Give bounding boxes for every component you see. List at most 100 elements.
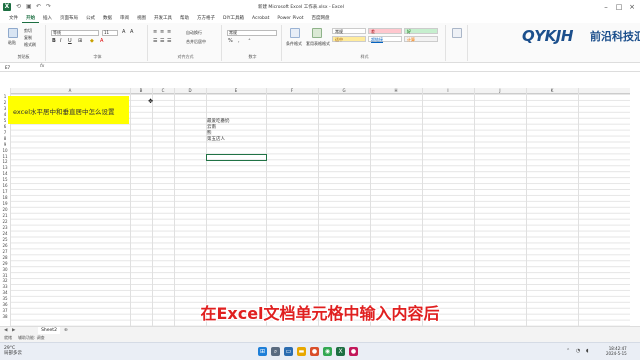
copy-button[interactable]: 复制	[24, 35, 32, 41]
tab-diy-toolbox[interactable]: DIY工具箱	[219, 14, 248, 23]
grid-line	[578, 88, 579, 326]
grow-font-icon[interactable]: A	[122, 29, 125, 35]
italic-icon[interactable]: I	[60, 38, 61, 44]
tab-view[interactable]: 视图	[133, 14, 150, 23]
wrap-text-button[interactable]: 自动换行	[186, 30, 202, 36]
font-group: 等线 11 A A B I U ⊞ ◆ A 字体	[48, 25, 148, 61]
browser-icon[interactable]: ●	[310, 347, 319, 356]
bold-icon[interactable]: B	[52, 38, 56, 44]
excel-logo-icon: X	[3, 3, 11, 11]
paste-icon[interactable]	[8, 28, 18, 38]
start-icon[interactable]: ⊞	[258, 347, 267, 356]
paste-button[interactable]: 粘贴	[8, 40, 16, 46]
conditional-format-button[interactable]: 条件格式	[286, 41, 302, 47]
file-explorer-icon[interactable]: ▬	[297, 347, 306, 356]
cell-grid[interactable]	[10, 94, 630, 326]
alignment-group: ≡ ≡ ≡ ☰ ☰ ☰ 自动换行 合并后居中 对齐方式	[150, 25, 222, 61]
grid-line	[266, 88, 267, 326]
tab-developer[interactable]: 开发工具	[150, 14, 176, 23]
maximize-icon[interactable]: □	[613, 2, 625, 12]
merge-center-button[interactable]: 合并后居中	[186, 39, 206, 45]
align-middle-icon[interactable]: ≡	[160, 29, 164, 35]
insert-cells-icon[interactable]	[452, 28, 462, 38]
tab-formulas[interactable]: 公式	[82, 14, 99, 23]
taskbar-clock[interactable]: 18:42:47 2024-5-15	[606, 346, 627, 356]
align-center-icon[interactable]: ☰	[160, 38, 164, 44]
style-normal[interactable]: 常规	[332, 28, 366, 34]
style-hyperlink[interactable]: 超链接	[368, 36, 402, 42]
volume-icon[interactable]: ◖	[586, 348, 589, 354]
minimize-icon[interactable]: –	[600, 2, 612, 12]
highlighted-note-cell[interactable]: excel水平居中和垂直居中怎么设置	[8, 96, 129, 124]
format-painter-button[interactable]: 格式刷	[24, 42, 36, 48]
tab-file[interactable]: 文件	[5, 14, 22, 23]
search-icon[interactable]: ⌕	[271, 347, 280, 356]
style-calculation[interactable]: 计算	[404, 36, 438, 42]
table-format-button[interactable]: 套用表格格式	[306, 41, 330, 47]
cell-e4[interactable]: 第五店人	[207, 136, 225, 142]
excel-taskbar-icon[interactable]: X	[336, 347, 345, 356]
tab-review[interactable]: 审阅	[116, 14, 133, 23]
shrink-font-icon[interactable]: A	[130, 29, 133, 35]
style-neutral[interactable]: 适中	[332, 36, 366, 42]
cut-button[interactable]: 剪切	[24, 28, 32, 34]
clock-date: 2024-5-15	[606, 351, 627, 356]
alignment-group-label: 对齐方式	[177, 54, 194, 59]
styles-group: 条件格式 套用表格格式 常规 差 好 适中 超链接 计算 样式	[284, 25, 446, 61]
ribbon-tabs: 文件 开始 插入 页面布局 公式 数据 审阅 视图 开发工具 帮助 方方格子 D…	[0, 14, 640, 23]
font-color-icon[interactable]: A	[100, 38, 103, 44]
mouse-cursor-icon: ✥	[148, 98, 154, 105]
tab-data[interactable]: 数据	[99, 14, 116, 23]
align-left-icon[interactable]: ☰	[153, 38, 157, 44]
tab-fangfanggezi[interactable]: 方方格子	[193, 14, 219, 23]
tab-page-layout[interactable]: 页面布局	[56, 14, 82, 23]
tab-help[interactable]: 帮助	[176, 14, 193, 23]
weather-widget[interactable]: 29°C 局部多云	[4, 346, 22, 356]
font-name-select[interactable]: 等线	[51, 30, 99, 36]
tab-acrobat[interactable]: Acrobat	[248, 14, 273, 23]
add-sheet-icon[interactable]: ⊕	[64, 328, 68, 333]
align-top-icon[interactable]: ≡	[153, 29, 157, 35]
wechat-icon[interactable]: ◉	[323, 347, 332, 356]
save-icon[interactable]: ▣	[26, 3, 32, 10]
align-right-icon[interactable]: ☰	[167, 38, 171, 44]
number-format-select[interactable]: 常规	[227, 30, 277, 36]
underline-icon[interactable]: U	[68, 38, 72, 44]
tab-insert[interactable]: 插入	[39, 14, 56, 23]
tab-baidu-netdisk[interactable]: 百度网盘	[308, 14, 334, 23]
font-size-select[interactable]: 11	[102, 30, 118, 36]
network-icon[interactable]: ◔	[576, 348, 580, 354]
fx-icon[interactable]: fx	[40, 64, 44, 69]
redo-icon[interactable]: ↷	[46, 3, 51, 10]
active-cell-selection[interactable]	[206, 154, 267, 161]
task-view-icon[interactable]: ▭	[284, 347, 293, 356]
recorder-icon[interactable]: ●	[349, 347, 358, 356]
align-bottom-icon[interactable]: ≡	[167, 29, 171, 35]
window-title: 新建 Microsoft Excel 工作表.xlsx - Excel	[258, 5, 344, 10]
sheet-prev-icon[interactable]: ◀	[4, 328, 7, 333]
grid-line	[370, 88, 371, 326]
currency-icon[interactable]: %	[228, 38, 233, 44]
name-box[interactable]: E7	[3, 64, 35, 71]
tray-chevron-icon[interactable]: ⌃	[566, 348, 570, 354]
conditional-format-icon[interactable]	[290, 28, 300, 38]
tab-home[interactable]: 开始	[22, 14, 39, 23]
table-format-icon[interactable]	[312, 28, 322, 38]
formula-bar: E7 fx	[0, 63, 640, 72]
grid-line	[318, 88, 319, 326]
fill-color-icon[interactable]: ◆	[90, 38, 94, 44]
autosave-icon[interactable]: ⟲	[16, 3, 21, 10]
status-accessibility[interactable]: 辅助功能: 调查	[18, 335, 45, 341]
tab-power-pivot[interactable]: Power Pivot	[273, 14, 307, 23]
grid-line	[130, 88, 131, 326]
video-subtitle: 在Excel文档单元格中输入内容后	[200, 304, 440, 323]
style-bad[interactable]: 差	[368, 28, 402, 34]
border-icon[interactable]: ⊞	[78, 38, 82, 44]
comma-style-icon[interactable]: ,	[238, 38, 240, 44]
close-icon[interactable]: ×	[626, 2, 638, 12]
sheet-next-icon[interactable]: ▶	[12, 328, 15, 333]
style-good[interactable]: 好	[404, 28, 438, 34]
increase-decimal-icon[interactable]: ⁺	[248, 38, 251, 44]
undo-icon[interactable]: ↶	[36, 3, 41, 10]
weather-desc: 局部多云	[4, 351, 22, 356]
